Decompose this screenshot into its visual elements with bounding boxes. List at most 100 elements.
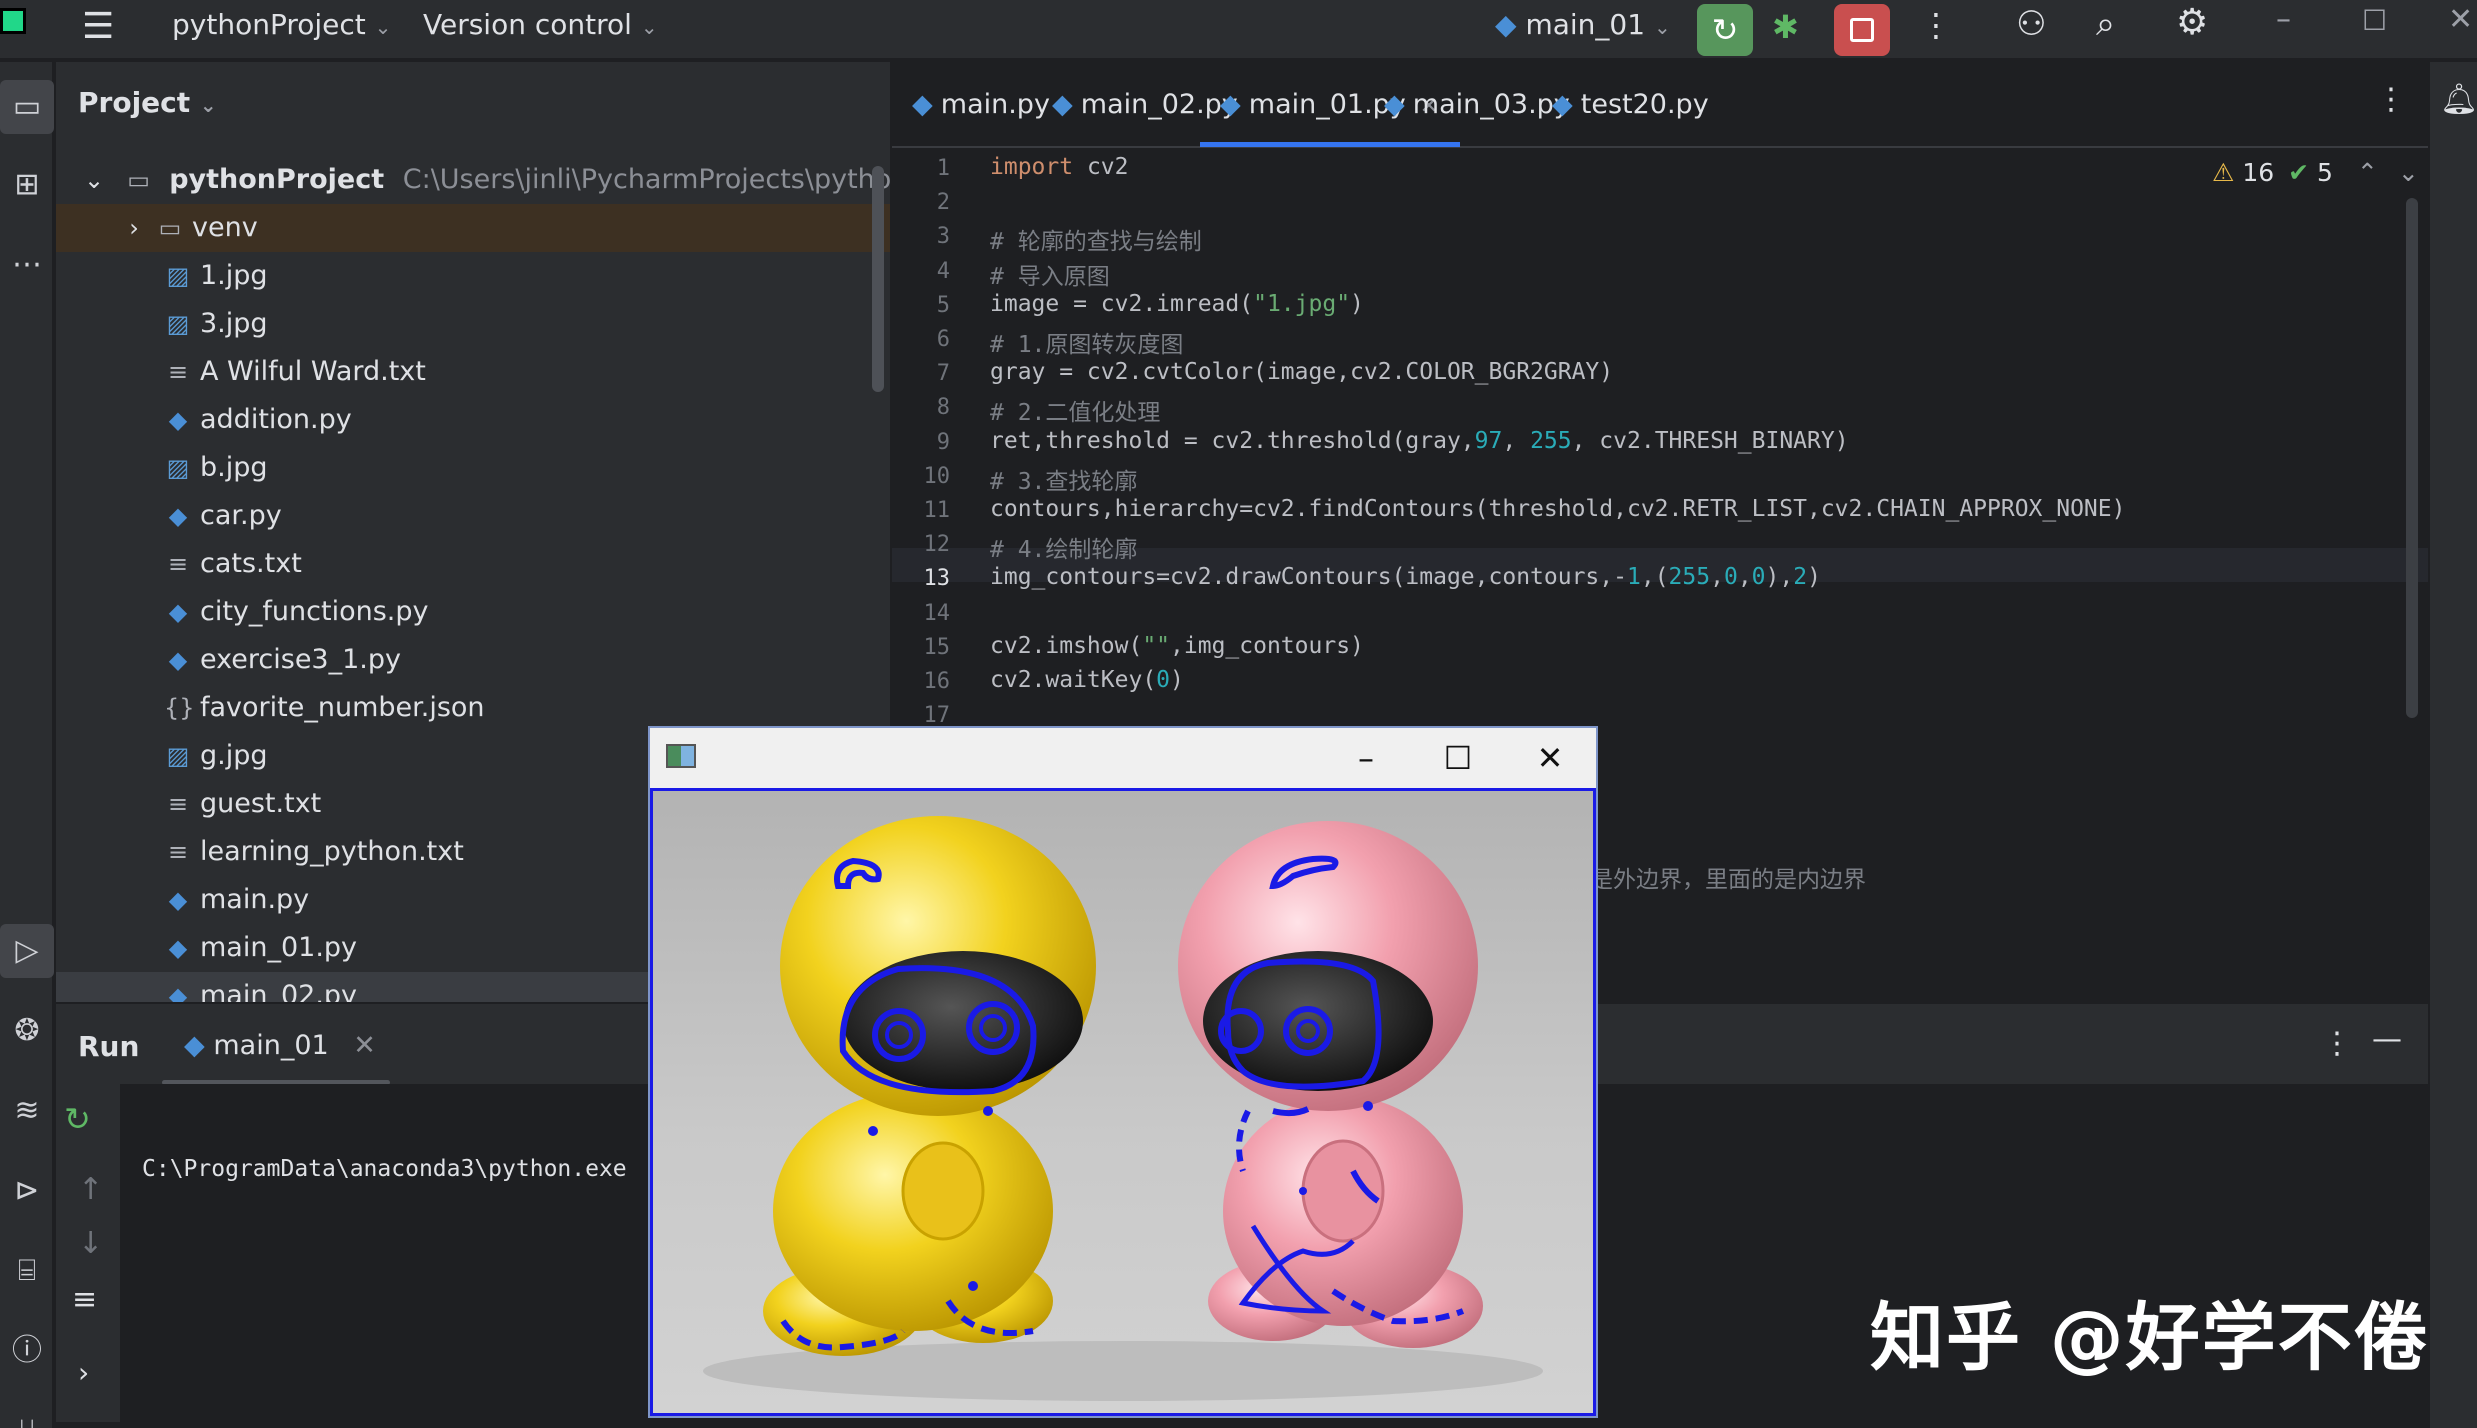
chevron-up-icon[interactable]: ⌃ — [2357, 158, 2378, 187]
services-icon[interactable]: ⊳ — [0, 1164, 54, 1218]
scroll-down-icon[interactable]: ↓ — [78, 1226, 103, 1261]
image-window-minimize-icon[interactable]: – — [1320, 728, 1412, 788]
tree-item[interactable]: › ▭ venv — [56, 204, 890, 252]
terminal-icon[interactable]: ⌸ — [0, 1244, 54, 1298]
editor-tab-label: main_02.py — [1080, 89, 1238, 120]
code-line: contours,hierarchy=cv2.findContours(thre… — [990, 496, 2126, 522]
python-console-icon[interactable]: ❂ — [0, 1004, 54, 1058]
image-file-icon: ▨ — [166, 742, 190, 770]
minimize-window-icon[interactable]: – — [2276, 2, 2291, 37]
text-file-icon: ≡ — [167, 550, 189, 578]
tree-item[interactable]: ◆ city_functions.py — [56, 588, 890, 636]
minimize-panel-icon[interactable]: — — [2372, 1022, 2402, 1057]
problems-icon[interactable]: ⓘ — [0, 1324, 54, 1378]
chevron-down-icon: ⌄ — [640, 15, 658, 39]
maximize-window-icon[interactable]: ☐ — [2362, 4, 2387, 37]
chevron-down-icon[interactable]: ⌄ — [2398, 158, 2419, 187]
tree-item[interactable]: ◆ exercise3_1.py — [56, 636, 890, 684]
structure-icon[interactable]: ⊞ — [0, 158, 54, 212]
rerun-icon[interactable]: ↻ — [64, 1100, 91, 1138]
close-window-icon[interactable]: ✕ — [2448, 2, 2473, 37]
line-number: 6 — [936, 327, 950, 352]
run-tool-icon[interactable]: ▷ — [0, 924, 54, 978]
layers-icon[interactable]: ≋ — [0, 1084, 54, 1138]
run-panel-options-icon[interactable]: ⋮ — [2322, 1026, 2352, 1061]
editor-tab[interactable]: ◆ test20.py — [1552, 62, 1709, 148]
warning-icon: ⚠ — [2212, 158, 2235, 187]
python-file-icon: ◆ — [912, 89, 933, 120]
editor-scrollbar[interactable] — [2406, 198, 2418, 718]
tree-item-label: A Wilful Ward.txt — [200, 356, 426, 387]
right-tool-strip: 🔔︎ — [2428, 62, 2477, 1428]
git-icon[interactable]: ⑂ — [0, 1404, 54, 1428]
tree-item[interactable]: ≡ cats.txt — [56, 540, 890, 588]
inspection-widget[interactable]: ⚠ 16 ✔ 5 ⌃ ⌄ — [2212, 158, 2419, 187]
code-line: # 1.原图转灰度图 — [990, 332, 1184, 358]
tree-item-label: car.py — [200, 500, 282, 531]
line-number: 2 — [936, 190, 950, 216]
python-file-icon: ◆ — [168, 886, 188, 914]
project-selector[interactable]: pythonProject ⌄ — [172, 8, 391, 41]
soft-wrap-icon[interactable]: ≡ — [72, 1282, 97, 1317]
tree-root-row[interactable]: ⌄ ▭ pythonProject C:\Users\jinli\Pycharm… — [56, 156, 975, 204]
editor-tab-bar: ◆ main.py ◆ main_02.py ◆ main_01.py ✕ ◆ main_03.… — [892, 62, 2428, 148]
chevron-right-icon[interactable]: › — [120, 204, 148, 252]
rerun-button[interactable]: ↻ — [1697, 4, 1753, 56]
project-folder-icon[interactable]: ▭ — [0, 80, 54, 134]
image-window-maximize-icon[interactable]: ☐ — [1412, 728, 1504, 788]
opencv-image-window[interactable]: – ☐ ✕ — [648, 726, 1598, 1418]
tree-root-name: pythonProject — [169, 164, 385, 195]
tree-item[interactable]: ▨ 1.jpg — [56, 252, 890, 300]
line-number: 15 — [923, 634, 951, 660]
more-options-icon[interactable]: ⋮ — [1920, 6, 1952, 44]
notifications-bell-icon[interactable]: 🔔︎ — [2440, 82, 2477, 117]
tree-item[interactable]: {} favorite_number.json — [56, 684, 890, 732]
editor-tab[interactable]: ◆ main_02.py — [1052, 62, 1238, 148]
settings-gear-icon[interactable]: ⚙ — [2176, 2, 2208, 43]
tree-item[interactable]: ▨ 3.jpg — [56, 300, 890, 348]
debug-icon[interactable]: ✱ — [1772, 8, 1799, 46]
code-line: # 3.查找轮廓 — [990, 468, 1138, 495]
json-file-icon: {} — [164, 694, 195, 722]
image-window-titlebar[interactable]: – ☐ ✕ — [650, 728, 1596, 788]
tree-item[interactable]: ◆ car.py — [56, 492, 890, 540]
scroll-up-icon[interactable]: ↑ — [78, 1172, 103, 1207]
expand-icon[interactable]: › — [78, 1356, 89, 1389]
code-line: # 4.绘制轮廓 — [990, 537, 1138, 564]
editor-tab-label: main_03.py — [1412, 89, 1570, 120]
folder-icon: ▭ — [158, 214, 182, 242]
tree-item[interactable]: ▨ b.jpg — [56, 444, 890, 492]
image-file-icon: ▨ — [166, 454, 190, 482]
tree-item-label: city_functions.py — [200, 596, 429, 627]
stop-button[interactable] — [1834, 4, 1890, 56]
more-tools-icon[interactable]: ⋯ — [0, 238, 54, 292]
run-config-selector[interactable]: ◆ main_01 ⌄ — [1495, 8, 1671, 41]
vcs-label: Version control — [423, 8, 632, 41]
vcs-selector[interactable]: Version control ⌄ — [423, 8, 658, 41]
tree-item[interactable]: ≡ A Wilful Ward.txt — [56, 348, 890, 396]
main-menu-icon[interactable]: ☰ — [82, 6, 114, 47]
line-number: 8 — [936, 395, 950, 421]
close-tab-icon[interactable]: ✕ — [353, 1030, 376, 1061]
add-user-icon[interactable]: ⚇ — [2016, 4, 2046, 44]
tab-options-icon[interactable]: ⋮ — [2376, 82, 2406, 117]
editor-tab[interactable]: ◆ main.py — [912, 62, 1050, 148]
image-window-close-icon[interactable]: ✕ — [1504, 728, 1596, 788]
tree-item-label: addition.py — [200, 404, 352, 435]
search-icon[interactable]: ⌕ — [2096, 4, 2115, 44]
tree-item-label: main.py — [200, 884, 310, 915]
project-panel-title: Project — [78, 86, 191, 119]
chevron-down-icon: ⌄ — [83, 166, 105, 194]
line-number: 7 — [936, 361, 950, 387]
tree-item-label: favorite_number.json — [200, 692, 485, 723]
python-file-icon: ◆ — [1220, 89, 1241, 120]
project-panel-header[interactable]: Project ⌄ — [78, 86, 217, 119]
python-file-icon: ◆ — [168, 646, 188, 674]
tree-item[interactable]: ◆ addition.py — [56, 396, 890, 444]
run-tab[interactable]: ◆ main_01 ✕ — [184, 1030, 376, 1061]
tree-scrollbar[interactable] — [872, 166, 884, 392]
line-number: 17 — [923, 703, 951, 729]
chevron-down-icon: ⌄ — [1653, 15, 1671, 39]
run-tab-label: main_01 — [213, 1030, 329, 1061]
editor-tab[interactable]: ◆ main_03.py — [1384, 62, 1570, 148]
